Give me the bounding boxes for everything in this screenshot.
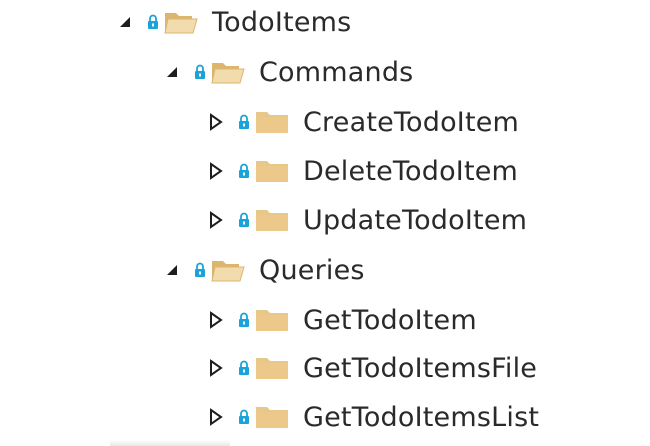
folder-icon	[255, 403, 291, 431]
folder-icon	[255, 108, 291, 136]
lock-icon	[146, 13, 160, 31]
tree-node-queries[interactable]: Queries	[161, 250, 365, 290]
folder-icon	[255, 206, 291, 234]
lock-icon	[237, 311, 251, 329]
lock-icon	[193, 63, 207, 81]
tree-node-gettodoitemslist[interactable]: GetTodoItemsList	[205, 397, 539, 437]
solution-explorer-tree: TodoItems Commands CreateTodoItem Delete…	[0, 0, 650, 446]
tree-node-label: UpdateTodoItem	[303, 204, 528, 236]
tree-node-updatetodoitem[interactable]: UpdateTodoItem	[205, 200, 527, 240]
collapsed-triangle-icon[interactable]	[205, 209, 227, 231]
lock-icon	[237, 211, 251, 229]
lock-icon	[237, 408, 251, 426]
tree-node-commands[interactable]: Commands	[161, 52, 413, 92]
tree-node-label: GetTodoItem	[303, 304, 477, 336]
tree-node-label: TodoItems	[212, 6, 352, 38]
folder-icon	[255, 354, 291, 382]
tree-node-gettodoitemsfile[interactable]: GetTodoItemsFile	[205, 348, 537, 388]
tree-node-deletetodoitem[interactable]: DeleteTodoItem	[205, 151, 518, 191]
folder-icon	[255, 157, 291, 185]
collapsed-triangle-icon[interactable]	[205, 309, 227, 331]
collapsed-triangle-icon[interactable]	[205, 160, 227, 182]
collapsed-triangle-icon[interactable]	[205, 357, 227, 379]
tree-node-label: CreateTodoItem	[303, 106, 520, 138]
collapsed-triangle-icon[interactable]	[205, 406, 227, 428]
lock-icon	[237, 113, 251, 131]
tree-node-label: GetTodoItemsList	[303, 401, 540, 433]
tree-node-createtodoitem[interactable]: CreateTodoItem	[205, 102, 519, 142]
expanded-triangle-icon[interactable]	[161, 61, 183, 83]
tree-node-label: DeleteTodoItem	[303, 155, 519, 187]
lock-icon	[237, 162, 251, 180]
lock-icon	[193, 261, 207, 279]
tree-node-todoitems[interactable]: TodoItems	[114, 2, 351, 42]
open-folder-icon	[211, 256, 247, 284]
tree-node-gettodoitem[interactable]: GetTodoItem	[205, 300, 477, 340]
open-folder-icon	[211, 58, 247, 86]
tree-node-label: Commands	[259, 56, 414, 88]
tree-node-label: GetTodoItemsFile	[303, 352, 538, 384]
open-folder-icon	[164, 8, 200, 36]
lock-icon	[237, 359, 251, 377]
collapsed-triangle-icon[interactable]	[205, 111, 227, 133]
tree-node-label: Queries	[259, 254, 365, 286]
folder-icon	[255, 306, 291, 334]
expanded-triangle-icon[interactable]	[161, 259, 183, 281]
expanded-triangle-icon[interactable]	[114, 11, 136, 33]
next-item-edge	[110, 440, 230, 446]
